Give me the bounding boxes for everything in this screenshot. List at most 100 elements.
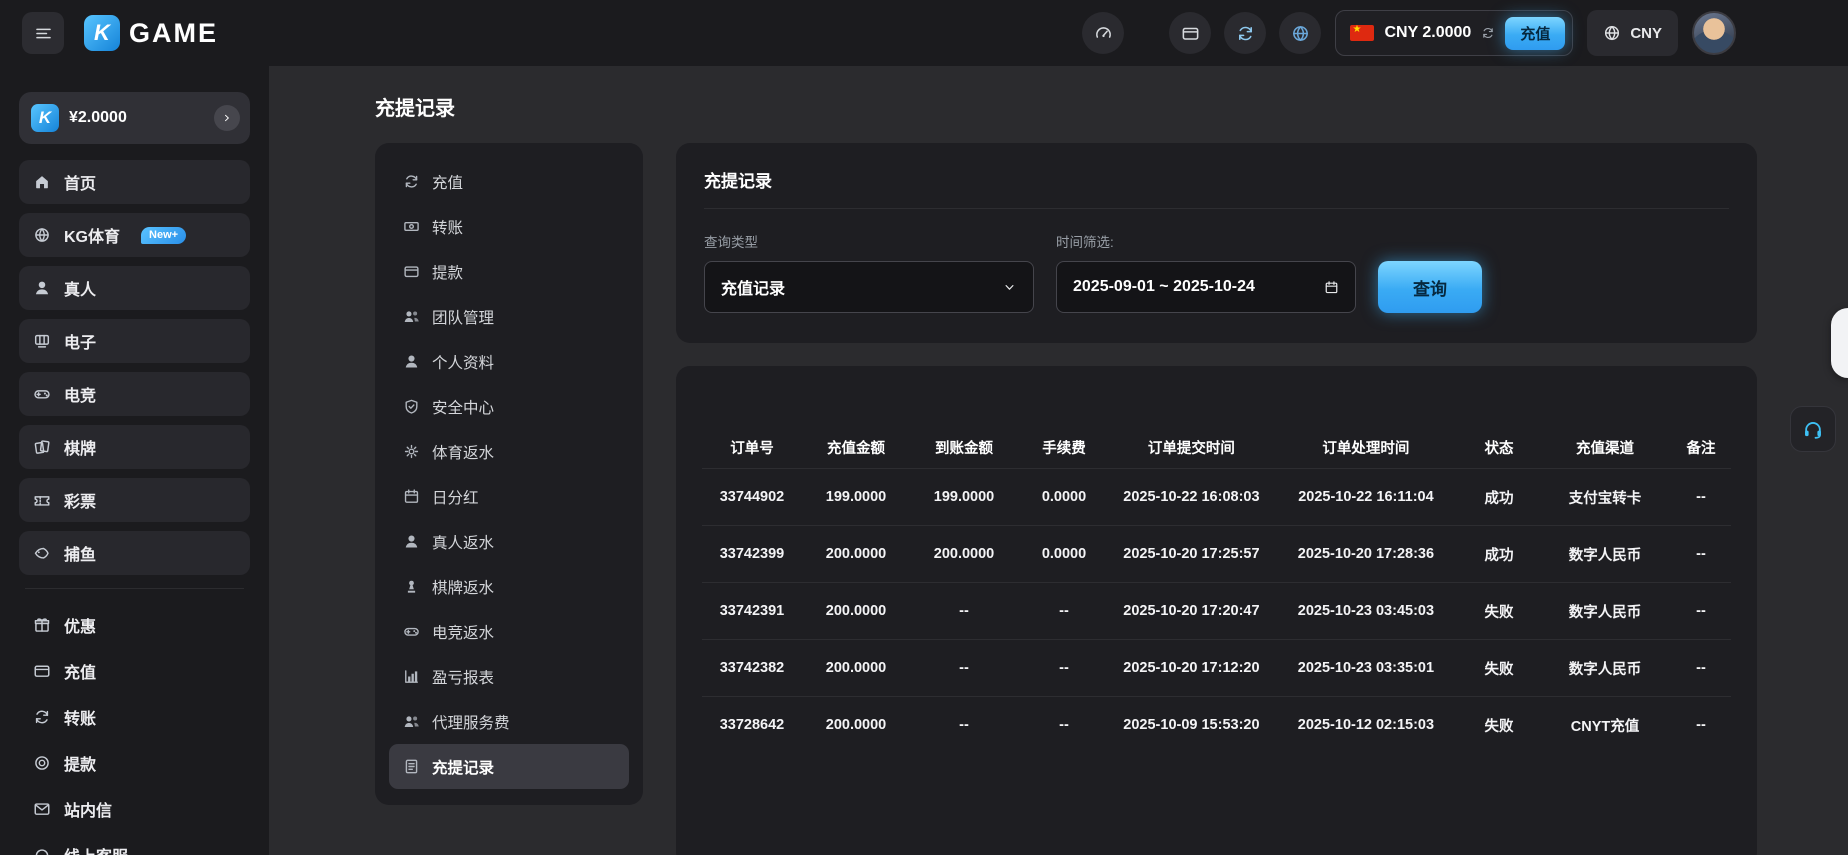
submenu-item[interactable]: 棋牌返水	[389, 564, 629, 609]
table-cell: 失败	[1459, 601, 1539, 622]
submenu-item[interactable]: 电竞返水	[389, 609, 629, 654]
table-cell: --	[1018, 603, 1110, 619]
gauge-button[interactable]	[1082, 12, 1124, 54]
headset-icon	[33, 846, 51, 855]
submenu-item[interactable]: 充值	[389, 159, 629, 204]
submenu-item[interactable]: 个人资料	[389, 339, 629, 384]
submenu-item[interactable]: 转账	[389, 204, 629, 249]
submenu-item[interactable]: 充提记录	[389, 744, 629, 789]
wallet-icon	[33, 662, 51, 680]
table-cell: 失败	[1459, 658, 1539, 679]
submenu-item-label: 日分红	[432, 486, 479, 508]
table-cell: 数字人民币	[1539, 544, 1671, 565]
records-table-card: 订单号充值金额到账金额手续费订单提交时间订单处理时间状态充值渠道备注 33744…	[676, 366, 1757, 855]
submenu-item-label: 转账	[432, 216, 463, 238]
date-range-input[interactable]: 2025-09-01 ~ 2025-10-24	[1056, 261, 1356, 313]
table-cell: 2025-10-23 03:45:03	[1273, 603, 1459, 619]
table-row: 33744902199.0000199.00000.00002025-10-22…	[702, 468, 1731, 525]
table-cell: --	[910, 603, 1018, 619]
table-header-cell: 状态	[1459, 437, 1539, 458]
records-table: 订单号充值金额到账金额手续费订单提交时间订单处理时间状态充值渠道备注 33744…	[702, 426, 1731, 753]
sidebar-item-label: 线上客服	[64, 843, 128, 855]
sidebar-item[interactable]: KG体育New+	[19, 213, 250, 257]
submenu-item[interactable]: 体育返水	[389, 429, 629, 474]
currency-selector[interactable]: ★ CNY 2.0000 充值	[1335, 10, 1573, 56]
sidebar-item-label: 捕鱼	[64, 541, 96, 565]
submenu-item-label: 提款	[432, 261, 463, 283]
table-cell: --	[1671, 546, 1731, 562]
submenu-item[interactable]: 提款	[389, 249, 629, 294]
submenu-item-label: 棋牌返水	[432, 576, 494, 598]
mail-icon	[33, 800, 51, 818]
submenu-item-label: 团队管理	[432, 306, 494, 328]
sidebar-item-label: 优惠	[64, 613, 96, 637]
table-header-cell: 订单提交时间	[1110, 437, 1273, 458]
filter-card-title: 充提记录	[704, 167, 1729, 209]
table-cell: 200.0000	[802, 603, 910, 619]
refresh-balance-icon[interactable]	[1481, 26, 1495, 40]
wallet-button[interactable]	[1169, 12, 1211, 54]
table-cell: --	[910, 660, 1018, 676]
table-cell: 200.0000	[802, 546, 910, 562]
table-cell: 成功	[1459, 487, 1539, 508]
sidebar-item[interactable]: 首页	[19, 160, 250, 204]
sidebar-item[interactable]: 线上客服	[19, 832, 250, 855]
submenu-item[interactable]: 日分红	[389, 474, 629, 519]
submenu-item-label: 电竞返水	[432, 621, 494, 643]
table-row: 33742399200.0000200.00000.00002025-10-20…	[702, 525, 1731, 582]
gauge-icon	[1094, 24, 1113, 43]
submenu-item[interactable]: 真人返水	[389, 519, 629, 564]
table-header-cell: 手续费	[1018, 437, 1110, 458]
chevron-down-icon	[1002, 280, 1017, 295]
sidebar-item[interactable]: 真人	[19, 266, 250, 310]
table-cell: 数字人民币	[1539, 601, 1671, 622]
sidebar-item[interactable]: 彩票	[19, 478, 250, 522]
user-avatar[interactable]	[1692, 11, 1736, 55]
top-header: K GAME ★ CNY 2.0000 充值 CNY	[0, 0, 1848, 66]
language-currency-button[interactable]: CNY	[1587, 10, 1678, 56]
hamburger-menu-button[interactable]	[22, 12, 64, 54]
logo[interactable]: K GAME	[84, 15, 218, 51]
sidebar-item[interactable]: 电竞	[19, 372, 250, 416]
balance-card[interactable]: K ¥2.0000	[19, 92, 250, 144]
table-cell: 199.0000	[910, 489, 1018, 505]
balance-expand-button[interactable]	[214, 105, 240, 131]
table-header-cell: 充值渠道	[1539, 437, 1671, 458]
side-drawer-handle[interactable]	[1831, 308, 1848, 378]
sidebar-menu-primary: 首页 KG体育New+ 真人电子电竞棋牌彩票捕鱼	[19, 160, 250, 575]
sidebar-item[interactable]: 提款	[19, 740, 250, 785]
table-row: 33742382200.0000----2025-10-20 17:12:202…	[702, 639, 1731, 696]
table-header-cell: 到账金额	[910, 437, 1018, 458]
query-button[interactable]: 查询	[1378, 261, 1482, 313]
time-filter-label: 时间筛选:	[1056, 231, 1356, 251]
sidebar-item-label: 首页	[64, 170, 96, 194]
table-cell: 33728642	[702, 717, 802, 733]
sidebar-item[interactable]: 棋牌	[19, 425, 250, 469]
table-cell: 数字人民币	[1539, 658, 1671, 679]
submenu-item-label: 盈亏报表	[432, 666, 494, 688]
recharge-button[interactable]: 充值	[1505, 17, 1565, 50]
sidebar-item[interactable]: 站内信	[19, 786, 250, 831]
table-cell: 2025-10-12 02:15:03	[1273, 717, 1459, 733]
submenu-item[interactable]: 代理服务费	[389, 699, 629, 744]
chevron-right-icon	[221, 112, 233, 124]
submenu-item[interactable]: 团队管理	[389, 294, 629, 339]
sidebar-item[interactable]: 电子	[19, 319, 250, 363]
table-cell: --	[1018, 660, 1110, 676]
support-button[interactable]	[1790, 406, 1836, 452]
submenu-item[interactable]: 安全中心	[389, 384, 629, 429]
globe-button[interactable]	[1279, 12, 1321, 54]
table-row: 33742391200.0000----2025-10-20 17:20:472…	[702, 582, 1731, 639]
sidebar-item[interactable]: 捕鱼	[19, 531, 250, 575]
submenu-item[interactable]: 盈亏报表	[389, 654, 629, 699]
chart-icon	[403, 668, 420, 685]
query-type-select[interactable]: 充值记录	[704, 261, 1034, 313]
table-cell: 2025-10-23 03:35:01	[1273, 660, 1459, 676]
sidebar-item[interactable]: 优惠	[19, 602, 250, 647]
query-type-value: 充值记录	[721, 275, 785, 299]
table-body: 33744902199.0000199.00000.00002025-10-22…	[702, 468, 1731, 753]
fish-icon	[33, 544, 51, 562]
sidebar-item[interactable]: 转账	[19, 694, 250, 739]
sync-button[interactable]	[1224, 12, 1266, 54]
sidebar-item[interactable]: 充值	[19, 648, 250, 693]
